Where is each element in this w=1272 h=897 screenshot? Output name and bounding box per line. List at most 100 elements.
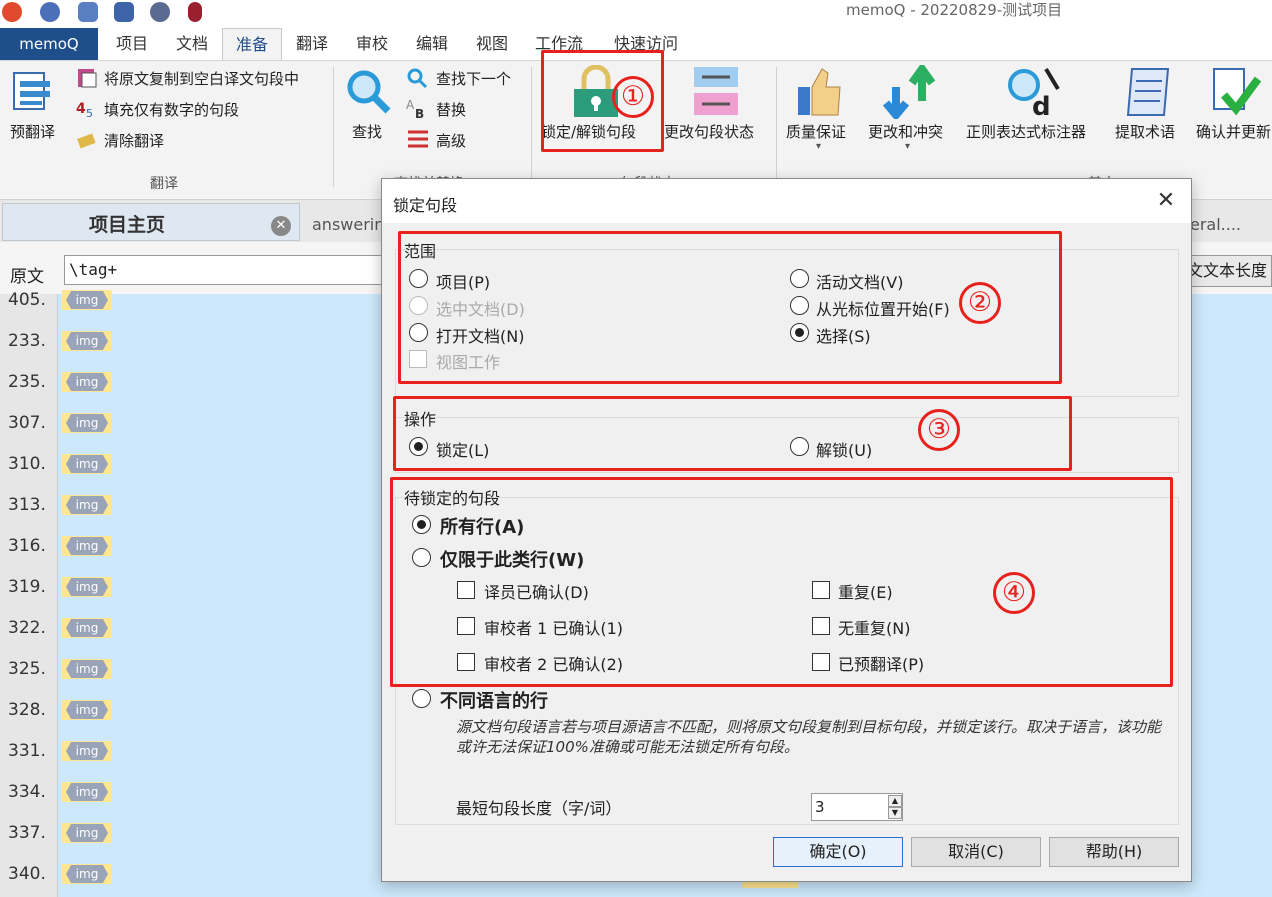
annotation-box-4 xyxy=(390,477,1173,687)
row-number: 322. xyxy=(8,618,46,638)
gear-icon[interactable] xyxy=(150,2,170,22)
annotation-circle-1: ① xyxy=(612,76,654,118)
tab-review[interactable]: 审校 xyxy=(344,28,400,60)
tab-preparation[interactable]: 准备 xyxy=(222,28,282,60)
inline-tag: img xyxy=(62,864,112,884)
inline-tag: img xyxy=(62,659,112,679)
find-button[interactable]: 查找 xyxy=(352,121,382,142)
svg-text:4: 4 xyxy=(76,101,86,117)
cancel-button[interactable]: 取消(C) xyxy=(911,837,1041,867)
group-label-translate: 翻译 xyxy=(150,176,178,192)
inline-tag: img xyxy=(62,700,112,720)
inline-tag-label: img xyxy=(66,701,108,719)
extract-terms-button[interactable]: 提取术语 xyxy=(1115,121,1175,142)
record-icon[interactable] xyxy=(188,2,202,22)
tab-project[interactable]: 项目 xyxy=(104,28,160,60)
svg-text:B: B xyxy=(415,107,424,119)
change-status-icon[interactable] xyxy=(690,65,742,119)
copy-source-button[interactable]: 将原文复制到空白译文句段中 xyxy=(104,68,299,89)
find-icon[interactable] xyxy=(344,67,392,115)
inline-tag: img xyxy=(62,823,112,843)
inline-tag-label: img xyxy=(66,537,108,555)
inline-tag-label: img xyxy=(66,455,108,473)
thumbs-up-icon[interactable] xyxy=(794,65,846,119)
quality-assurance-button[interactable]: 质量保证 xyxy=(786,121,846,142)
inline-tag-label: img xyxy=(66,865,108,883)
min-length-label: 最短句段长度（字/词） xyxy=(456,799,622,818)
min-length-value: 3 xyxy=(815,798,825,816)
replace-button[interactable]: 替换 xyxy=(436,99,466,120)
tab-documents[interactable]: 文档 xyxy=(164,28,220,60)
changes-conflicts-button[interactable]: 更改和冲突 xyxy=(868,121,943,142)
ok-button[interactable]: 确定(O) xyxy=(773,837,903,867)
annotation-box-3 xyxy=(393,396,1072,471)
advanced-button[interactable]: 高级 xyxy=(436,130,466,151)
dialog-title-bar: 锁定句段 ✕ xyxy=(382,179,1191,223)
inline-tag-label: img xyxy=(66,783,108,801)
group-separator xyxy=(776,67,777,187)
find-next-icon xyxy=(407,68,428,89)
annotation-circle-3: ③ xyxy=(918,409,960,451)
svg-text:5: 5 xyxy=(86,107,93,119)
row-number: 233. xyxy=(8,331,46,351)
list-icon[interactable] xyxy=(114,2,134,22)
close-icon[interactable]: ✕ xyxy=(1152,187,1180,215)
tab-translation[interactable]: 翻译 xyxy=(284,28,340,60)
inline-tag: img xyxy=(62,741,112,761)
fill-numbers-button[interactable]: 填充仅有数字的句段 xyxy=(104,99,239,120)
help-icon[interactable] xyxy=(40,2,60,22)
row-number: 313. xyxy=(8,495,46,515)
clear-translation-button[interactable]: 清除翻译 xyxy=(104,130,164,151)
tab-memoq-file[interactable]: memoQ xyxy=(0,28,98,60)
tab-document-answering[interactable]: answerin xyxy=(312,215,384,234)
spin-up-icon[interactable]: ▲ xyxy=(888,795,902,807)
row-number: 316. xyxy=(8,536,46,556)
row-number: 334. xyxy=(8,782,46,802)
inline-tag-label: img xyxy=(66,824,108,842)
inline-tag-label: img xyxy=(66,332,108,350)
min-length-stepper[interactable]: 3 ▲ ▼ xyxy=(811,793,903,821)
inline-tag: img xyxy=(62,372,112,392)
help-button[interactable]: 帮助(H) xyxy=(1049,837,1179,867)
regex-tagger-button[interactable]: 正则表达式标注器 xyxy=(966,121,1086,142)
advanced-icon xyxy=(408,130,428,148)
inline-tag: img xyxy=(62,618,112,638)
inline-tag-label: img xyxy=(66,373,108,391)
row-number: 325. xyxy=(8,659,46,679)
svg-text:A: A xyxy=(406,98,415,112)
inline-tag: img xyxy=(62,413,112,433)
inline-tag-label: img xyxy=(66,742,108,760)
changes-dropdown-icon[interactable]: ▾ xyxy=(905,141,910,152)
pretranslate-button[interactable]: 预翻译 xyxy=(10,121,55,142)
tab-view[interactable]: 视图 xyxy=(464,28,520,60)
svg-text:d: d xyxy=(1032,92,1051,119)
memoq-logo-icon[interactable] xyxy=(2,2,22,22)
close-icon[interactable]: ✕ xyxy=(271,216,291,236)
row-number: 405. xyxy=(8,290,46,310)
tab-project-home[interactable]: 项目主页 ✕ xyxy=(2,203,300,241)
tab-document-general[interactable]: eral.... xyxy=(1190,215,1241,234)
row-number: 235. xyxy=(8,372,46,392)
group-separator xyxy=(333,67,334,187)
window-title: memoQ - 20220829-测试项目 xyxy=(846,1,1063,19)
segments-diff-language-radio[interactable] xyxy=(412,689,431,708)
confirm-update-icon[interactable] xyxy=(1210,65,1262,119)
find-next-button[interactable]: 查找下一个 xyxy=(436,68,511,89)
inline-tag-label: img xyxy=(66,496,108,514)
regex-tagger-icon[interactable]: d xyxy=(1006,65,1062,119)
copy-source-icon xyxy=(78,69,97,88)
pretranslate-icon[interactable] xyxy=(12,69,52,113)
tab-edit[interactable]: 编辑 xyxy=(404,28,460,60)
diff-language-note: 源文档句段语言若与项目源语言不匹配，则将原文句段复制到目标句段，并锁定该行。取决… xyxy=(456,718,1162,756)
row-number: 310. xyxy=(8,454,46,474)
change-status-button[interactable]: 更改句段状态 xyxy=(664,121,754,142)
segments-diff-language-label[interactable]: 不同语言的行 xyxy=(440,687,548,713)
extract-terms-icon[interactable] xyxy=(1124,65,1176,119)
source-filter-input[interactable]: \tag+ xyxy=(64,255,394,285)
settings-icon[interactable] xyxy=(78,2,98,22)
confirm-update-button[interactable]: 确认并更新 xyxy=(1196,121,1271,142)
spin-down-icon[interactable]: ▼ xyxy=(888,807,902,819)
row-number: 340. xyxy=(8,864,46,884)
changes-conflicts-icon[interactable] xyxy=(882,65,938,119)
qa-dropdown-icon[interactable]: ▾ xyxy=(816,141,821,152)
